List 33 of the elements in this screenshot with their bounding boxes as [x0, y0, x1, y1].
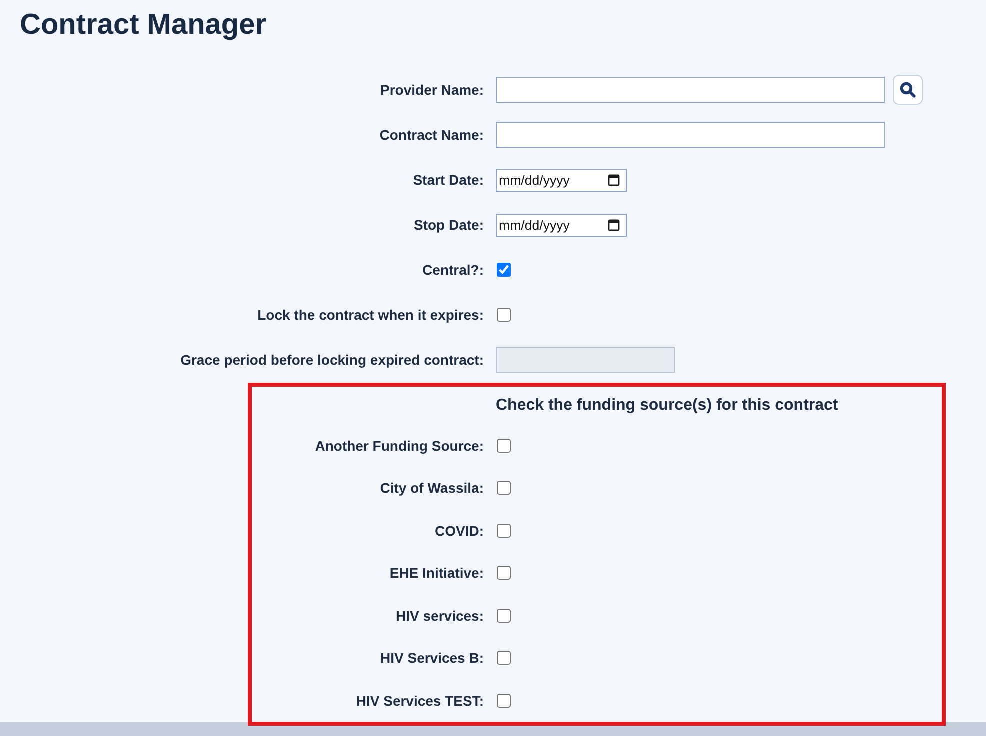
field-label: HIV Services B:	[380, 650, 484, 666]
section-heading: Check the funding source(s) for this contract	[496, 396, 838, 414]
calendar-icon[interactable]	[608, 174, 620, 186]
checkbox[interactable]	[497, 438, 511, 453]
field-label: Provider Name:	[380, 82, 484, 98]
field-label: Another Funding Source:	[315, 438, 484, 454]
checkbox[interactable]	[497, 608, 511, 623]
date-field[interactable]: mm/dd/yyyy	[496, 214, 627, 236]
date-field[interactable]: mm/dd/yyyy	[496, 168, 627, 192]
checkbox[interactable]	[497, 308, 511, 322]
page-title: Contract Manager	[20, 8, 267, 43]
search-icon	[900, 82, 916, 98]
calendar-icon[interactable]	[608, 219, 620, 231]
field-label: Grace period before locking expired contract:	[180, 352, 484, 368]
checkbox[interactable]	[497, 481, 511, 496]
field-label: Central?:	[422, 262, 484, 278]
checkbox[interactable]	[497, 524, 511, 538]
text-field[interactable]	[496, 122, 885, 148]
field-label: Start Date:	[413, 172, 484, 188]
field-label: Lock the contract when it expires:	[258, 307, 484, 323]
checkbox[interactable]	[497, 566, 511, 580]
field-label: HIV services:	[396, 608, 484, 624]
field-label: HIV Services TEST:	[356, 692, 484, 709]
checkbox[interactable]	[497, 694, 511, 708]
checkbox[interactable]	[497, 263, 511, 277]
field-label: City of Wassila:	[380, 480, 484, 496]
field-label: Contract Name:	[380, 127, 484, 143]
field-label: COVID:	[435, 522, 484, 539]
field-label: Stop Date:	[414, 217, 484, 233]
checkbox[interactable]	[497, 651, 511, 666]
text-field[interactable]	[496, 77, 885, 103]
search-button[interactable]	[893, 75, 923, 105]
field-label: EHE Initiative:	[390, 565, 484, 582]
